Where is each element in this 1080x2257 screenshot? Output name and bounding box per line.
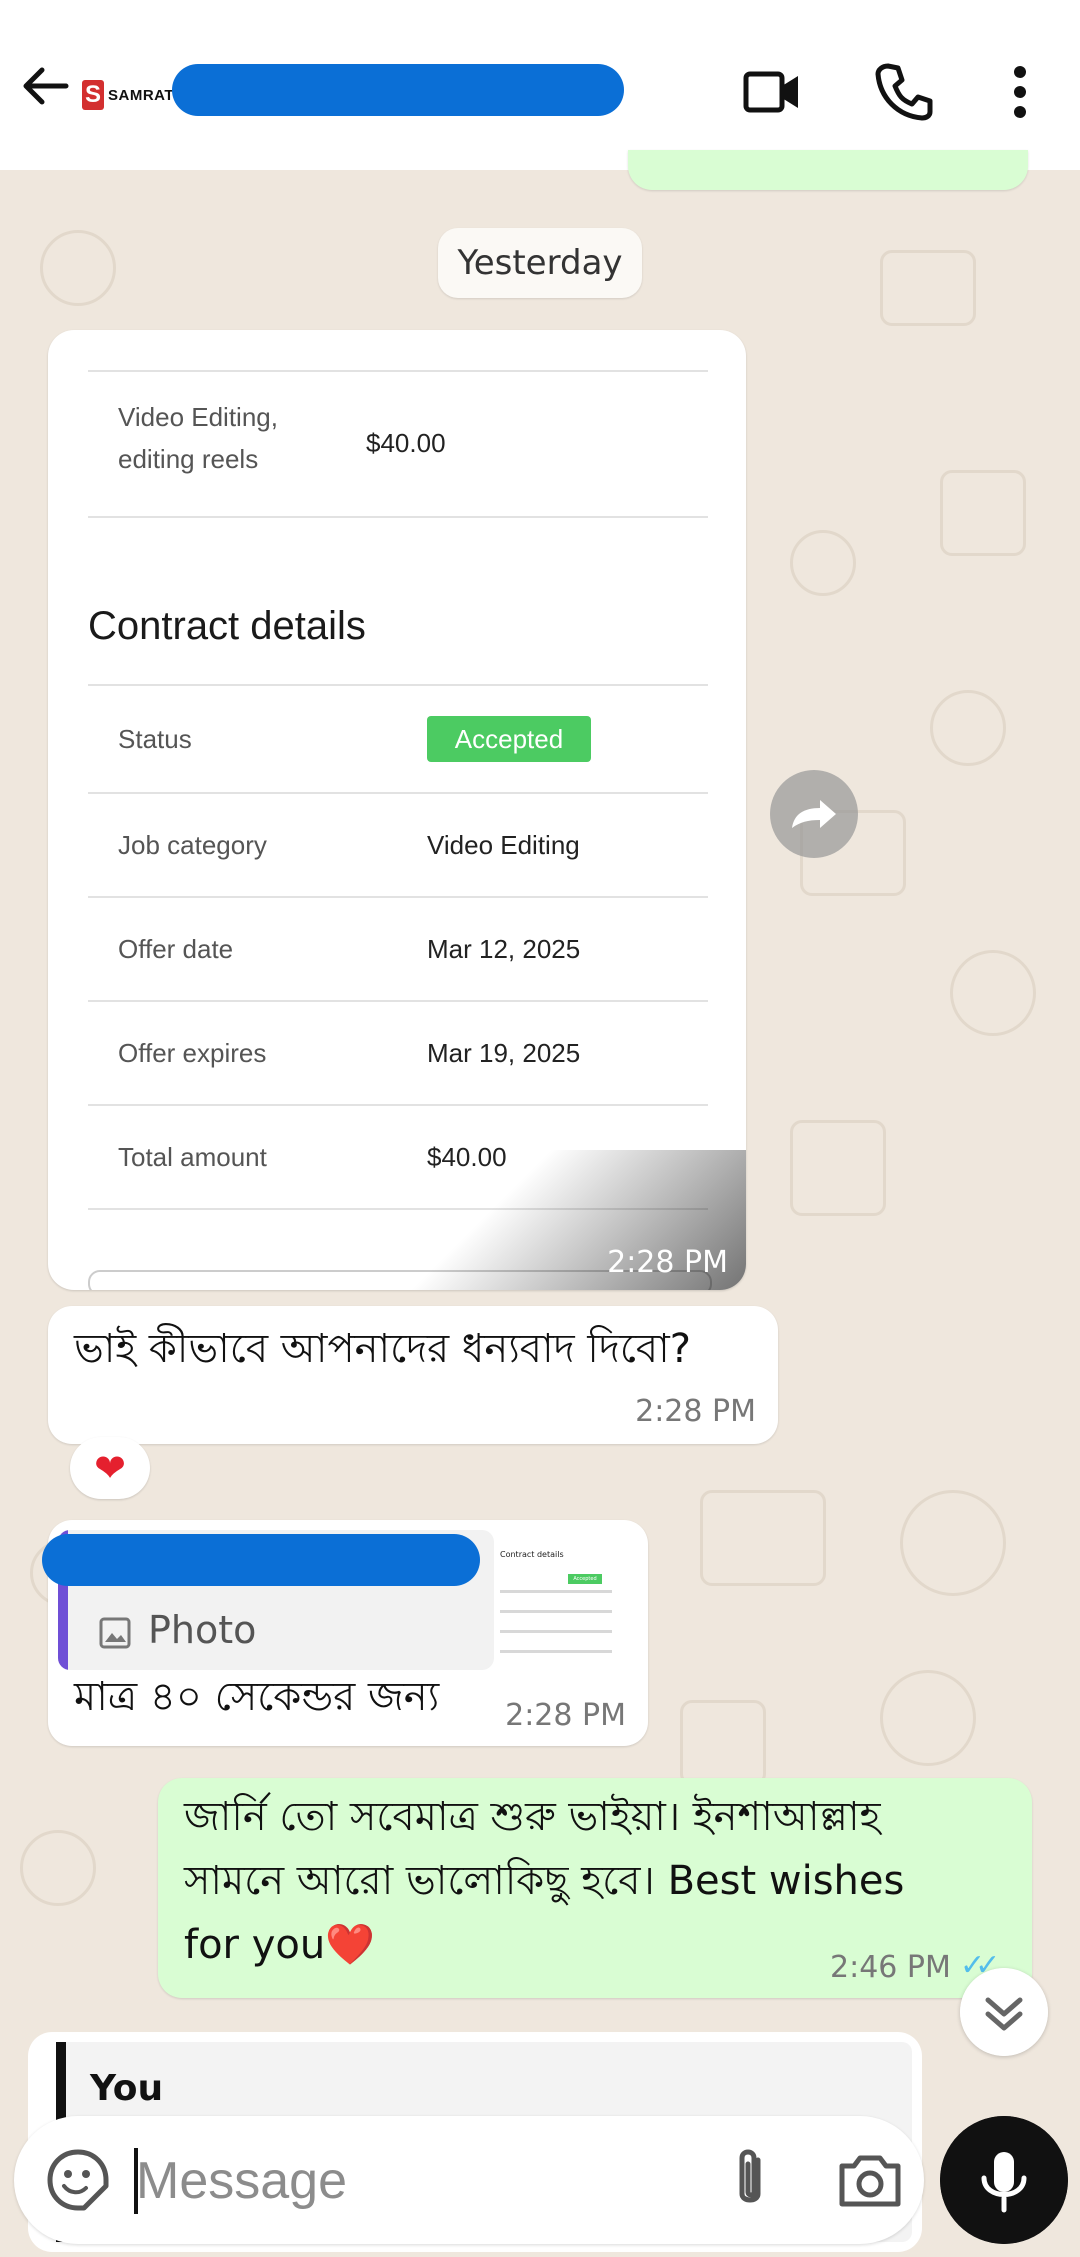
scroll-down-icon[interactable]: [960, 1968, 1048, 2056]
kebab-menu-icon[interactable]: [988, 60, 1052, 124]
wallpaper-doodle: [930, 690, 1006, 766]
forward-icon[interactable]: [770, 770, 858, 858]
heart-reaction[interactable]: ❤: [70, 1437, 150, 1499]
wallpaper-doodle: [900, 1490, 1006, 1596]
contact-avatar[interactable]: S SAMRAT: [82, 78, 174, 112]
job-category-value: Video Editing: [427, 830, 580, 860]
microphone-icon[interactable]: [940, 2116, 1068, 2244]
service-label-line2: editing reels: [118, 444, 259, 474]
previous-message-bubble[interactable]: [628, 150, 1028, 190]
image-icon: [99, 1617, 131, 1649]
thumb-line: [500, 1630, 612, 1633]
total-amount-label: Total amount: [118, 1142, 267, 1172]
message-text-line1: জার্নি তো সবেমাত্র শুরু ভাইয়া। ইনশাআল্ল…: [184, 1794, 881, 1840]
contract-details-title: Contract details: [88, 604, 366, 648]
job-category-label: Job category: [118, 830, 267, 860]
thumb-title: Contract details: [500, 1550, 564, 1559]
divider: [88, 684, 708, 686]
text-caret: [134, 2148, 138, 2214]
wallpaper-doodle: [790, 530, 856, 596]
wallpaper-doodle: [20, 1830, 96, 1906]
reply-sender: You: [90, 2068, 164, 2109]
camera-icon[interactable]: [834, 2146, 906, 2214]
wallpaper-doodle: [790, 1120, 886, 1216]
status-badge: Accepted: [427, 716, 591, 762]
contact-name-redacted[interactable]: [172, 64, 624, 116]
thumb-line: [500, 1610, 612, 1613]
logo-mark: S: [82, 80, 104, 110]
thumb-line: [500, 1650, 612, 1653]
message-time: 2:28 PM: [505, 1698, 626, 1733]
thumb-line: [500, 1590, 612, 1593]
date-divider: Yesterday: [438, 228, 642, 298]
phone-icon[interactable]: [872, 60, 936, 124]
divider: [88, 896, 708, 898]
incoming-message[interactable]: ভাই কীভাবে আপনাদের ধন্যবাদ দিবো? 2:28 PM: [48, 1306, 778, 1444]
offer-date-value: Mar 12, 2025: [427, 934, 581, 964]
paperclip-icon[interactable]: [714, 2144, 786, 2216]
divider: [88, 1000, 708, 1002]
quoted-sender-redacted: [42, 1534, 480, 1586]
message-time: 2:28 PM: [607, 1245, 728, 1280]
divider: [88, 1104, 708, 1106]
divider: [88, 516, 708, 518]
message-text-line2: সামনে আরো ভালোকিছু হবে। Best wishes: [184, 1858, 905, 1904]
logo-text: SAMRAT: [108, 86, 175, 104]
message-text: মাত্র ৪০ সেকেন্ডর জন্য: [74, 1674, 440, 1720]
divider: [88, 792, 708, 794]
wallpaper-doodle: [880, 250, 976, 326]
divider: [88, 370, 708, 372]
video-camera-icon[interactable]: [740, 60, 804, 124]
image-message[interactable]: Video Editing, editing reels $40.00 Cont…: [48, 330, 746, 1290]
outgoing-message[interactable]: জার্নি তো সবেমাত্র শুরু ভাইয়া। ইনশাআল্ল…: [158, 1778, 1032, 1998]
wallpaper-doodle: [940, 470, 1026, 556]
quoted-photo-thumbnail: Contract details Accepted: [494, 1530, 622, 1680]
service-label-line1: Video Editing,: [118, 402, 278, 432]
message-time: 2:46 PM: [830, 1950, 951, 1985]
heart-emoji: ❤️: [325, 1922, 376, 1968]
sticker-smile-icon[interactable]: [44, 2146, 112, 2214]
arrow-left-icon[interactable]: [18, 58, 74, 114]
message-text: ভাই কীভাবে আপনাদের ধন্যবাদ দিবো?: [74, 1326, 692, 1372]
offer-expires-value: Mar 19, 2025: [427, 1038, 581, 1068]
quote-type-label: Photo: [148, 1608, 257, 1652]
thumb-status: Accepted: [568, 1574, 602, 1584]
wallpaper-doodle: [950, 950, 1036, 1036]
wallpaper-doodle: [680, 1700, 766, 1786]
wallpaper-doodle: [880, 1670, 976, 1766]
chat-header: S SAMRAT: [0, 0, 1080, 170]
message-composer: [14, 2116, 924, 2244]
offer-expires-label: Offer expires: [118, 1038, 267, 1068]
wallpaper-doodle: [40, 230, 116, 306]
message-time: 2:28 PM: [635, 1394, 756, 1429]
message-text-line3-text: for you: [184, 1922, 326, 1968]
status-label: Status: [118, 724, 192, 754]
wallpaper-doodle: [700, 1490, 826, 1586]
service-amount: $40.00: [366, 428, 446, 458]
message-text-line3: for you❤️: [184, 1914, 375, 1976]
offer-date-label: Offer date: [118, 934, 234, 964]
message-input[interactable]: [134, 2142, 698, 2220]
